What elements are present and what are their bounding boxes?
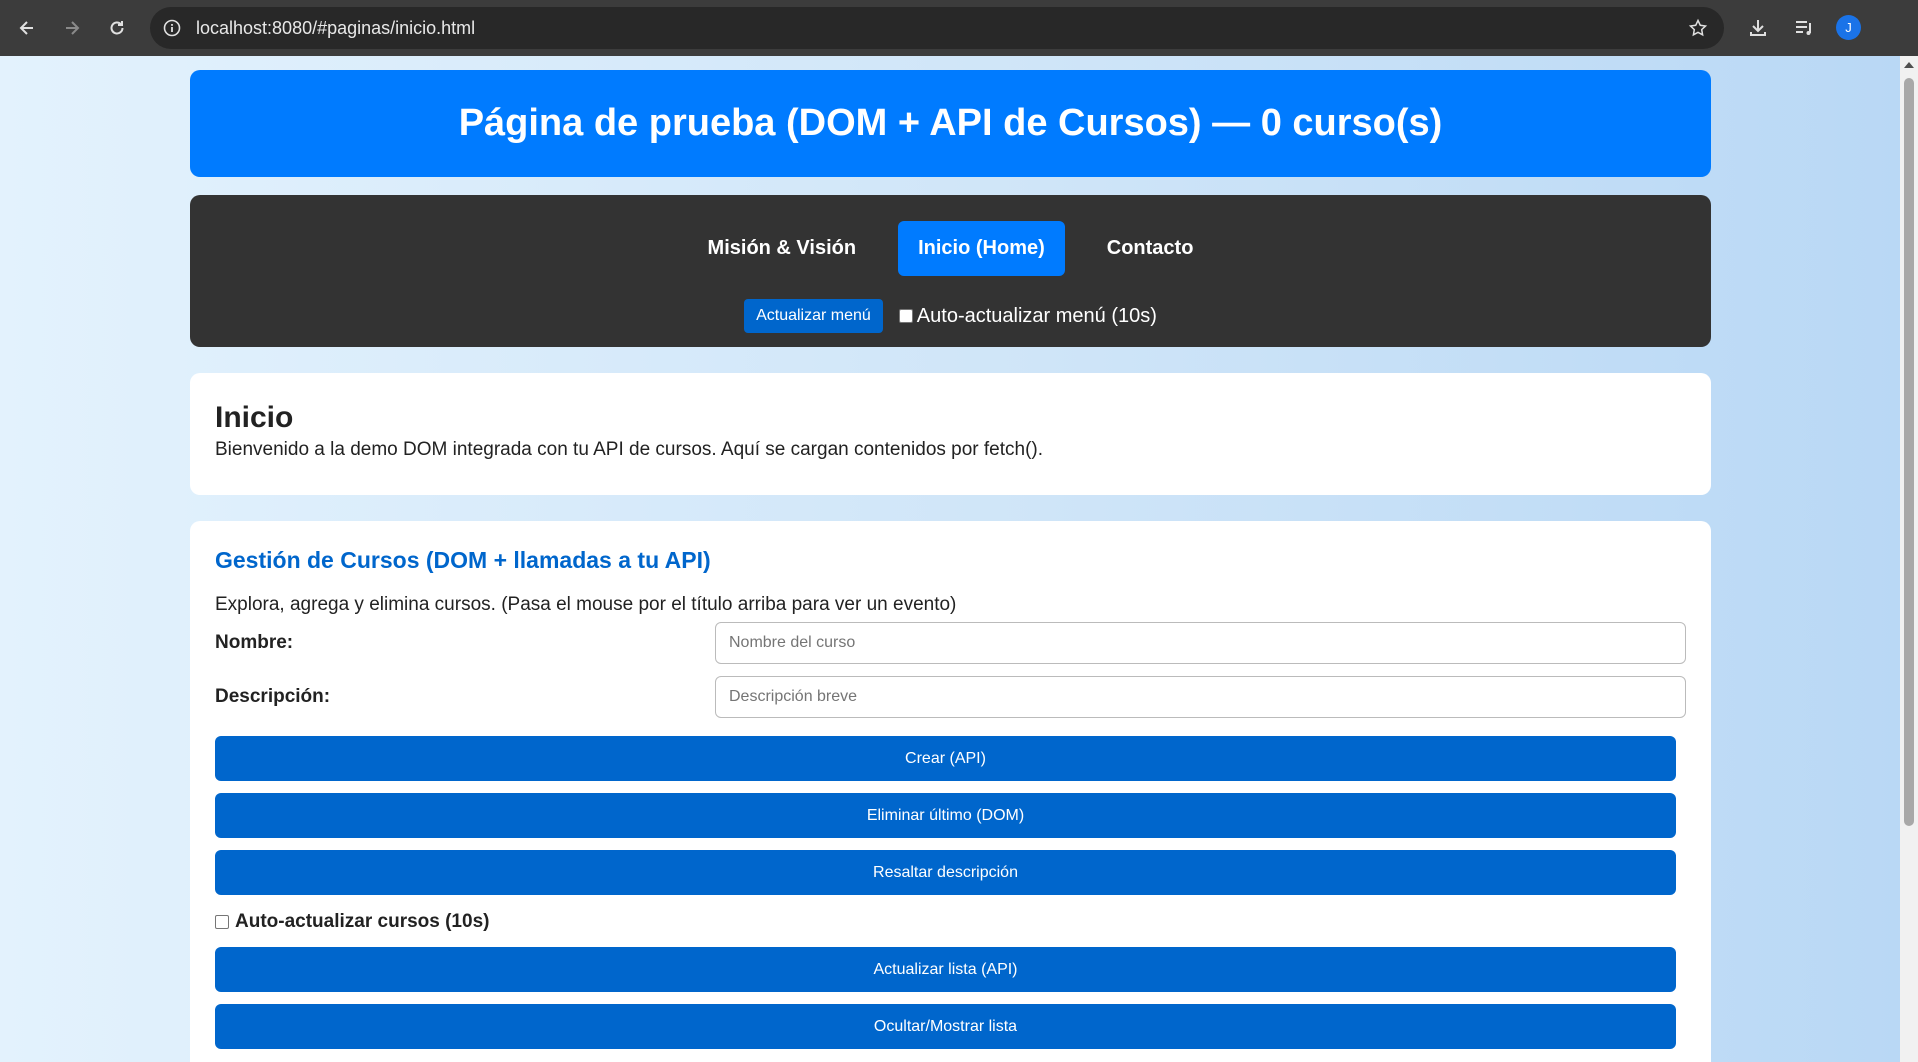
back-arrow-icon[interactable] xyxy=(9,10,45,46)
menu-controls: Actualizar menú Auto-actualizar menú (10… xyxy=(190,299,1711,333)
intro-title: Inicio xyxy=(215,401,294,434)
auto-refresh-menu-toggle[interactable]: Auto-actualizar menú (10s) xyxy=(898,304,1157,328)
auto-refresh-menu-checkbox[interactable] xyxy=(898,309,913,323)
courses-title: Gestión de Cursos (DOM + llamadas a tu A… xyxy=(215,547,711,573)
refresh-list-button[interactable]: Actualizar lista (API) xyxy=(215,947,1676,992)
auto-refresh-courses-label: Auto-actualizar cursos (10s) xyxy=(235,911,490,932)
menu-link-mision[interactable]: Misión & Visión xyxy=(688,221,877,276)
intro-card: Inicio Bienvenido a la demo DOM integrad… xyxy=(190,373,1711,495)
create-button[interactable]: Crear (API) xyxy=(215,736,1676,781)
nav-menu: Misión & Visión Inicio (Home) Contacto A… xyxy=(190,195,1711,347)
intro-text: Bienvenido a la demo DOM integrada con t… xyxy=(215,439,1044,460)
url-text[interactable]: localhost:8080/#paginas/inicio.html xyxy=(196,18,475,39)
menu-links: Misión & Visión Inicio (Home) Contacto xyxy=(190,221,1711,276)
info-icon[interactable] xyxy=(162,18,182,38)
refresh-menu-button[interactable]: Actualizar menú xyxy=(744,299,883,333)
media-queue-icon[interactable] xyxy=(1790,14,1818,42)
courses-card: Gestión de Cursos (DOM + llamadas a tu A… xyxy=(190,521,1711,1062)
page-container: Página de prueba (DOM + API de Cursos) —… xyxy=(190,70,1711,1062)
toggle-list-button[interactable]: Ocultar/Mostrar lista xyxy=(215,1004,1676,1049)
auto-refresh-courses-toggle[interactable]: Auto-actualizar cursos (10s) xyxy=(215,909,1686,935)
courses-description: Explora, agrega y elimina cursos. (Pasa … xyxy=(215,594,957,615)
page-header: Página de prueba (DOM + API de Cursos) —… xyxy=(190,70,1711,177)
scroll-up-icon[interactable] xyxy=(1904,62,1914,68)
menu-link-inicio[interactable]: Inicio (Home) xyxy=(898,221,1065,276)
avatar[interactable]: J xyxy=(1836,15,1861,40)
browser-toolbar: localhost:8080/#paginas/inicio.html J xyxy=(0,0,1918,56)
page-viewport: Página de prueba (DOM + API de Cursos) —… xyxy=(0,56,1900,1062)
description-input[interactable]: Descripción breve xyxy=(715,676,1686,718)
highlight-description-button[interactable]: Resaltar descripción xyxy=(215,850,1676,895)
star-icon[interactable] xyxy=(1688,18,1708,38)
page-scrollbar[interactable] xyxy=(1900,56,1918,1062)
address-bar[interactable]: localhost:8080/#paginas/inicio.html xyxy=(150,7,1724,49)
reload-icon[interactable] xyxy=(99,10,135,46)
auto-refresh-courses-checkbox[interactable] xyxy=(215,915,229,929)
auto-refresh-menu-label: Auto-actualizar menú (10s) xyxy=(916,304,1157,327)
name-input[interactable]: Nombre del curso xyxy=(715,622,1686,664)
page-title: Página de prueba (DOM + API de Cursos) —… xyxy=(458,102,1443,144)
delete-last-button[interactable]: Eliminar último (DOM) xyxy=(215,793,1676,838)
forward-arrow-icon[interactable] xyxy=(54,10,90,46)
name-label: Nombre: xyxy=(215,632,294,653)
name-row: Nombre: Nombre del curso xyxy=(215,616,1686,670)
download-icon[interactable] xyxy=(1744,14,1772,42)
scrollbar-thumb[interactable] xyxy=(1904,78,1914,826)
menu-link-contacto[interactable]: Contacto xyxy=(1087,221,1214,276)
description-label: Descripción: xyxy=(215,686,331,707)
description-row: Descripción: Descripción breve xyxy=(215,670,1686,724)
